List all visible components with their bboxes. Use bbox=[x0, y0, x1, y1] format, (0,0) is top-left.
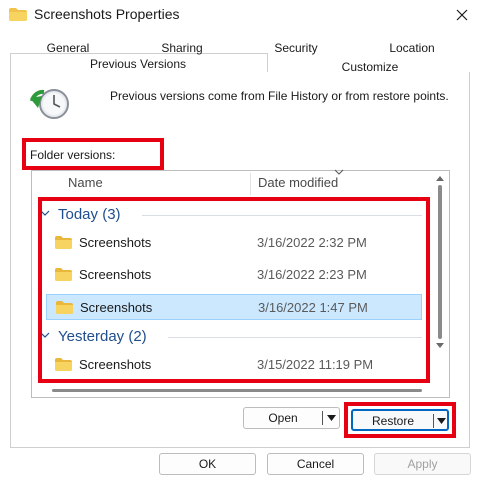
tab-previous-versions[interactable]: Previous Versions bbox=[60, 56, 216, 72]
close-icon bbox=[456, 9, 468, 21]
highlight-box-restore bbox=[344, 402, 456, 438]
folder-icon bbox=[9, 8, 27, 21]
cancel-button[interactable]: Cancel bbox=[267, 453, 364, 475]
horizontal-scrollbar-thumb[interactable] bbox=[52, 389, 422, 392]
chevron-down-icon[interactable] bbox=[327, 415, 336, 421]
scroll-up-arrow-icon[interactable] bbox=[435, 175, 445, 181]
tab-security[interactable]: Security bbox=[266, 40, 326, 56]
vertical-scrollbar-thumb[interactable] bbox=[438, 185, 442, 339]
tab-general[interactable]: General bbox=[38, 40, 98, 56]
column-header-date-modified[interactable]: Date modified bbox=[258, 175, 338, 190]
highlight-box-list bbox=[38, 197, 430, 383]
tab-location[interactable]: Location bbox=[382, 40, 442, 56]
title-bar: Screenshots Properties bbox=[0, 0, 480, 30]
column-separator[interactable] bbox=[250, 173, 251, 195]
info-text: Previous versions come from File History… bbox=[110, 89, 449, 103]
close-button[interactable] bbox=[444, 0, 480, 30]
highlight-box-label bbox=[22, 138, 164, 170]
window-title: Screenshots Properties bbox=[34, 6, 180, 22]
split-divider bbox=[322, 411, 323, 425]
open-button-label: Open bbox=[268, 411, 298, 425]
apply-button[interactable]: Apply bbox=[374, 453, 471, 475]
open-button[interactable]: Open bbox=[243, 407, 340, 429]
scroll-down-arrow-icon[interactable] bbox=[435, 343, 445, 349]
restore-clock-icon bbox=[30, 89, 69, 119]
column-header-name[interactable]: Name bbox=[68, 175, 103, 190]
ok-button[interactable]: OK bbox=[159, 453, 256, 475]
tab-sharing[interactable]: Sharing bbox=[150, 40, 214, 56]
